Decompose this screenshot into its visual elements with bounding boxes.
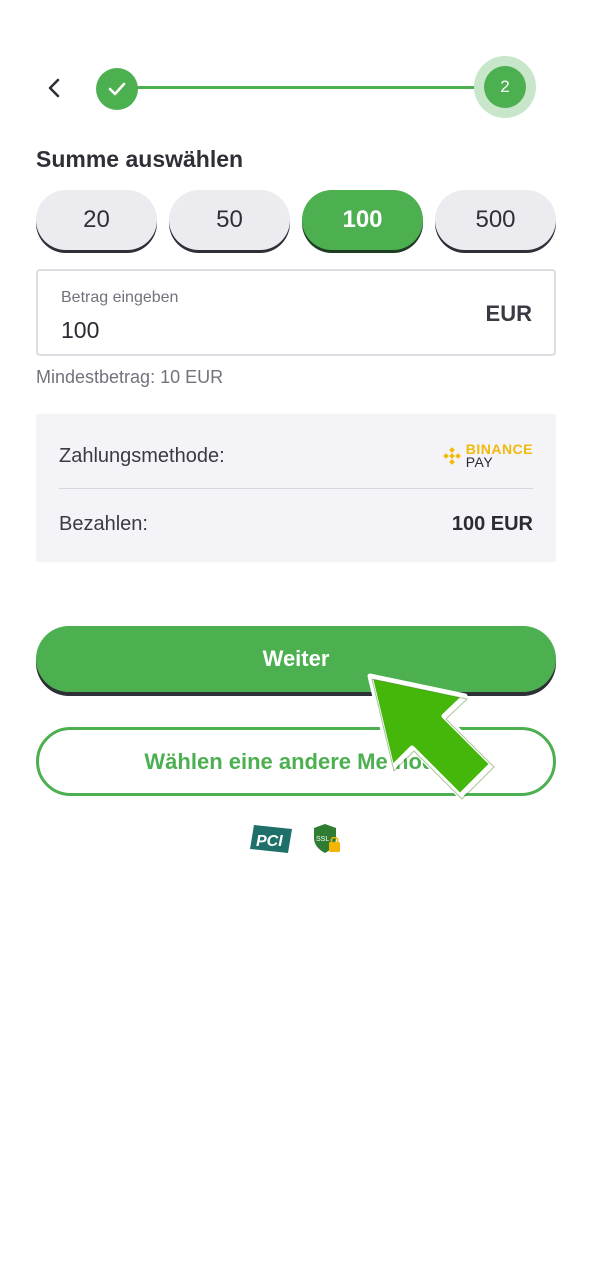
pci-badge-text: PCI <box>256 833 283 850</box>
amount-chip-50[interactable]: 50 <box>169 190 290 250</box>
pay-label: Bezahlen: <box>59 512 148 535</box>
continue-button[interactable]: Weiter <box>36 626 556 692</box>
amount-chip-20[interactable]: 20 <box>36 190 157 250</box>
binance-logo-line2: PAY <box>465 454 494 470</box>
back-button[interactable] <box>38 72 70 104</box>
binance-icon <box>442 447 461 465</box>
step-2-current: 2 <box>474 56 536 118</box>
summary-divider <box>59 488 533 489</box>
amount-chip-500[interactable]: 500 <box>435 190 556 250</box>
amount-chip-100[interactable]: 100 <box>302 190 423 250</box>
ssl-lock-badge-icon: SSL <box>314 824 340 853</box>
pci-badge-icon: PCI <box>250 825 292 853</box>
payment-method-row: Zahlungsmethode: BINANCE PAY <box>59 438 533 474</box>
chevron-left-icon <box>48 78 60 98</box>
security-badges: PCI SSL <box>248 822 342 856</box>
payment-summary: Zahlungsmethode: BINANCE PAY Bezahlen: 1… <box>36 414 556 562</box>
pay-value: 100 EUR <box>451 512 533 535</box>
pay-amount-row: Bezahlen: 100 EUR <box>59 506 533 542</box>
step-1-completed <box>96 68 138 110</box>
amount-options: 20 50 100 500 <box>36 190 556 250</box>
ssl-badge-text: SSL <box>316 836 329 843</box>
section-title: Summe auswählen <box>36 146 244 172</box>
binance-pay-logo: BINANCE PAY <box>442 442 533 470</box>
checkmark-icon <box>108 82 126 96</box>
step-number: 2 <box>484 66 526 108</box>
amount-field-label: Betrag eingeben <box>61 289 179 306</box>
amount-input[interactable] <box>61 317 421 344</box>
choose-other-method-button[interactable]: Wählen eine andere Methode <box>36 727 556 796</box>
payment-method-label: Zahlungsmethode: <box>59 444 225 467</box>
progress-stepper: 2 <box>96 56 536 118</box>
currency-label: EUR <box>485 301 532 326</box>
amount-field[interactable]: Betrag eingeben EUR <box>36 269 556 356</box>
min-amount-hint: Mindestbetrag: 10 EUR <box>36 367 224 387</box>
stepper-line <box>116 86 506 89</box>
